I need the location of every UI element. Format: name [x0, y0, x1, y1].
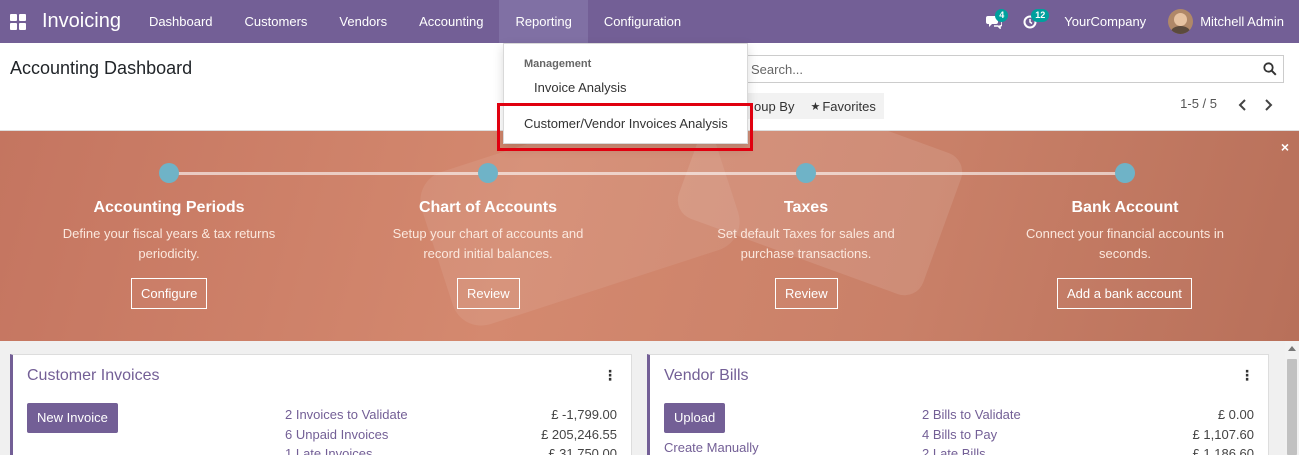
stat-value: £ 205,246.55 [541, 426, 617, 442]
stat-value: £ 31,750.00 [548, 446, 617, 455]
card-title[interactable]: Vendor Bills [664, 367, 749, 385]
review-taxes-button[interactable]: Review [775, 278, 838, 309]
banner-close-icon[interactable]: × [1281, 139, 1289, 155]
add-bank-account-button[interactable]: Add a bank account [1057, 278, 1192, 309]
search-options: oup By ★ Favorites [746, 93, 884, 119]
group-by-button[interactable]: oup By [746, 93, 802, 119]
nav-item-vendors[interactable]: Vendors [323, 0, 403, 43]
stat-row: 2 Late Bills £ 1,186.60 [922, 444, 1254, 455]
stat-link[interactable]: 4 Bills to Pay [922, 425, 997, 445]
stat-row: 4 Bills to Pay £ 1,107.60 [922, 425, 1254, 445]
messages-button[interactable]: 4 [976, 0, 1012, 43]
activities-badge: 12 [1031, 9, 1050, 22]
pager-next-button[interactable] [1256, 93, 1280, 117]
create-manually-link[interactable]: Create Manually [664, 440, 759, 455]
favorites-label: Favorites [822, 98, 876, 114]
upload-button[interactable]: Upload [664, 403, 726, 433]
page-title: Accounting Dashboard [10, 58, 193, 78]
journal-dashboard: Customer Invoices ⋮ New Invoice 2 Invoic… [0, 341, 1299, 455]
kebab-menu-icon[interactable]: ⋮ [1240, 367, 1254, 384]
card-title[interactable]: Customer Invoices [27, 367, 160, 385]
main-navbar: Invoicing Dashboard Customers Vendors Ac… [0, 0, 1299, 43]
chevron-left-icon [1238, 99, 1246, 111]
scrollbar-thumb[interactable] [1287, 359, 1297, 455]
onboarding-progress-line [169, 172, 1125, 175]
step-dot [478, 163, 498, 183]
search-box [746, 55, 1284, 83]
favorites-button[interactable]: ★ Favorites [802, 93, 883, 119]
card-stats: 2 Bills to Validate £ 0.00 4 Bills to Pa… [922, 405, 1254, 455]
step-description: Define your fiscal years & tax returns p… [62, 226, 276, 261]
stat-row: 1 Late Invoices £ 31,750.00 [285, 444, 617, 455]
step-title: Bank Account [1071, 199, 1179, 216]
vertical-scrollbar[interactable] [1285, 341, 1299, 455]
chevron-right-icon [1264, 99, 1272, 111]
stat-link[interactable]: 6 Unpaid Invoices [285, 425, 388, 445]
app-brand[interactable]: Invoicing [36, 0, 133, 43]
dropdown-section-header: Management [524, 58, 592, 70]
stat-link[interactable]: 2 Late Bills [922, 444, 986, 455]
highlight-annotation-box [497, 103, 753, 151]
menu-item-invoice-analysis[interactable]: Invoice Analysis [534, 80, 627, 95]
nav-item-reporting[interactable]: Reporting [499, 0, 588, 43]
kebab-menu-icon[interactable]: ⋮ [603, 367, 617, 384]
nav-item-dashboard[interactable]: Dashboard [133, 0, 229, 43]
step-description: Set default Taxes for sales and purchase… [717, 226, 895, 261]
step-dot [1115, 163, 1135, 183]
review-chart-of-accounts-button[interactable]: Review [457, 278, 520, 309]
vendor-bills-card: Vendor Bills ⋮ Upload Create Manually 2 … [647, 354, 1269, 455]
nav-item-configuration[interactable]: Configuration [588, 0, 697, 43]
activities-button[interactable]: 12 [1012, 0, 1050, 43]
configure-button[interactable]: Configure [131, 278, 208, 309]
nav-item-customers[interactable]: Customers [229, 0, 324, 43]
step-dot [796, 163, 816, 183]
step-title: Accounting Periods [93, 199, 245, 216]
new-invoice-button[interactable]: New Invoice [27, 403, 118, 433]
user-avatar [1168, 9, 1194, 34]
step-description: Connect your financial accounts in secon… [1025, 226, 1224, 261]
search-icon[interactable] [1263, 62, 1277, 76]
scroll-up-arrow-icon[interactable] [1288, 346, 1296, 351]
step-dot [159, 163, 179, 183]
stat-value: £ 1,107.60 [1192, 426, 1254, 442]
company-switcher[interactable]: YourCompany [1048, 14, 1168, 29]
stat-row: 6 Unpaid Invoices £ 205,246.55 [285, 425, 617, 445]
stat-value: £ 0.00 [1217, 407, 1254, 422]
customer-invoices-card: Customer Invoices ⋮ New Invoice 2 Invoic… [10, 354, 632, 455]
stat-value: £ 1,186.60 [1192, 446, 1254, 455]
pager-previous-button[interactable] [1230, 93, 1254, 117]
user-menu[interactable]: Mitchell Admin [1168, 9, 1299, 34]
stat-row: 2 Bills to Validate £ 0.00 [922, 405, 1254, 425]
step-title: Chart of Accounts [418, 199, 558, 216]
stat-link[interactable]: 2 Bills to Validate [922, 405, 1021, 425]
apps-grid-icon[interactable] [0, 0, 36, 43]
navbar-systray: 4 12 YourCompany Mitchell Admin [976, 0, 1299, 43]
step-description: Setup your chart of accounts and record … [392, 226, 584, 261]
onboarding-banner: × Accounting Periods Define your fiscal … [0, 131, 1299, 341]
user-name: Mitchell Admin [1200, 14, 1284, 29]
star-icon: ★ [810, 100, 821, 113]
stat-link[interactable]: 2 Invoices to Validate [285, 405, 408, 425]
pager-value[interactable]: 1-5 / 5 [1180, 96, 1217, 111]
stat-row: 2 Invoices to Validate £ -1,799.00 [285, 405, 617, 425]
stat-link[interactable]: 1 Late Invoices [285, 444, 372, 455]
step-title: Taxes [783, 199, 829, 216]
search-input[interactable] [747, 56, 1247, 82]
messages-badge: 4 [995, 9, 1009, 22]
card-stats: 2 Invoices to Validate £ -1,799.00 6 Unp… [285, 405, 617, 455]
stat-value: £ -1,799.00 [551, 407, 617, 422]
nav-item-accounting[interactable]: Accounting [403, 0, 499, 43]
nav-menu: Dashboard Customers Vendors Accounting R… [133, 0, 697, 43]
